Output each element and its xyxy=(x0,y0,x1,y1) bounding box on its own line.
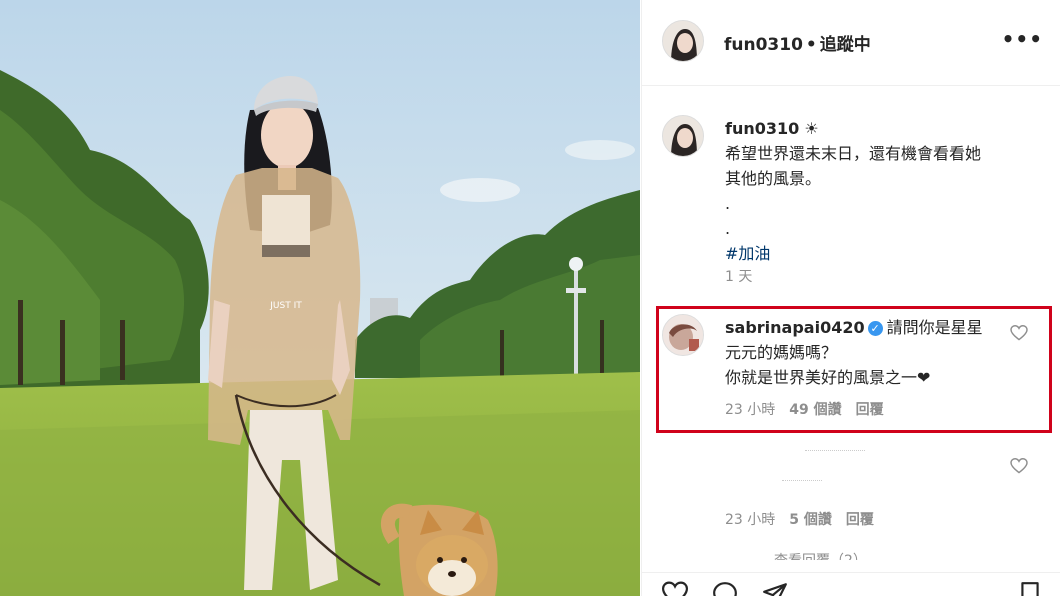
like-heart-icon[interactable] xyxy=(662,581,688,596)
caption-line-2: 其他的風景。 xyxy=(725,169,822,188)
post-photo[interactable]: JUST IT xyxy=(0,0,640,596)
commenter-avatar[interactable] xyxy=(662,314,704,356)
faded-comment-line xyxy=(805,450,865,451)
comment2-time[interactable]: 23 小時 xyxy=(725,512,775,528)
comment-line-1: 請問你是星星 xyxy=(886,318,983,337)
heart-icon[interactable] xyxy=(1010,458,1028,474)
caption-line-1: 希望世界還未末日，還有機會看看她 xyxy=(725,144,982,163)
comment-likes[interactable]: 49 個讚 xyxy=(789,402,841,418)
comment-time[interactable]: 23 小時 xyxy=(725,402,775,418)
comment2-meta: 23 小時 5 個讚 回覆 xyxy=(725,509,888,529)
comment-line-2: 元元的媽媽嗎？ xyxy=(725,343,838,362)
hashtag-link[interactable]: #加油 xyxy=(725,241,1035,266)
author-avatar[interactable] xyxy=(662,20,704,62)
comment-meta: 23 小時 49 個讚 回覆 xyxy=(725,399,898,419)
shiba-dog xyxy=(381,503,498,596)
comment2-reply-button[interactable]: 回覆 xyxy=(846,512,874,528)
share-icon[interactable] xyxy=(762,581,788,596)
caption-username[interactable]: fun0310 xyxy=(725,119,799,138)
following-button[interactable]: 追蹤中 xyxy=(820,35,871,55)
more-icon[interactable]: ••• xyxy=(1002,29,1043,49)
reply-button[interactable]: 回覆 xyxy=(856,402,884,418)
photo-scene: JUST IT xyxy=(0,0,640,596)
comment2-likes[interactable]: 5 個讚 xyxy=(789,512,832,528)
caption-time[interactable]: 1 天 xyxy=(725,266,752,286)
post-header: fun0310 • 追蹤中 ••• xyxy=(642,0,1060,86)
bookmark-icon[interactable] xyxy=(1017,581,1043,596)
heart-icon[interactable] xyxy=(1010,325,1028,341)
separator-dot: • xyxy=(805,35,817,55)
commenter-username[interactable]: sabrinapai0420 xyxy=(725,318,865,337)
comment-line-3: 你就是世界美好的風景之一❤ xyxy=(725,368,931,387)
verified-icon: ✓ xyxy=(867,321,883,336)
sun-emoji: ☀ xyxy=(804,119,819,138)
view-replies-link[interactable]: 查看回覆（2） xyxy=(774,550,867,560)
caption-line-4: . xyxy=(725,219,731,238)
shirt-text: JUST IT xyxy=(269,301,302,311)
action-bar xyxy=(642,572,1060,596)
author-username[interactable]: fun0310 xyxy=(724,35,803,55)
faded-comment-line xyxy=(782,480,822,481)
caption-avatar[interactable] xyxy=(662,115,704,157)
caption-text: fun0310 ☀ 希望世界還未末日，還有機會看看她 其他的風景。 . . #加… xyxy=(725,116,1035,266)
comment-text: sabrinapai0420 ✓ 請問你是星星 元元的媽媽嗎？ 你就是世界美好的風景… xyxy=(725,315,1015,390)
caption-line-3: . xyxy=(725,194,731,213)
comment-icon[interactable] xyxy=(712,581,738,596)
post-side-panel: fun0310 • 追蹤中 ••• fun0310 ☀ 希望世界還未末日，還有機會看… xyxy=(641,0,1060,596)
